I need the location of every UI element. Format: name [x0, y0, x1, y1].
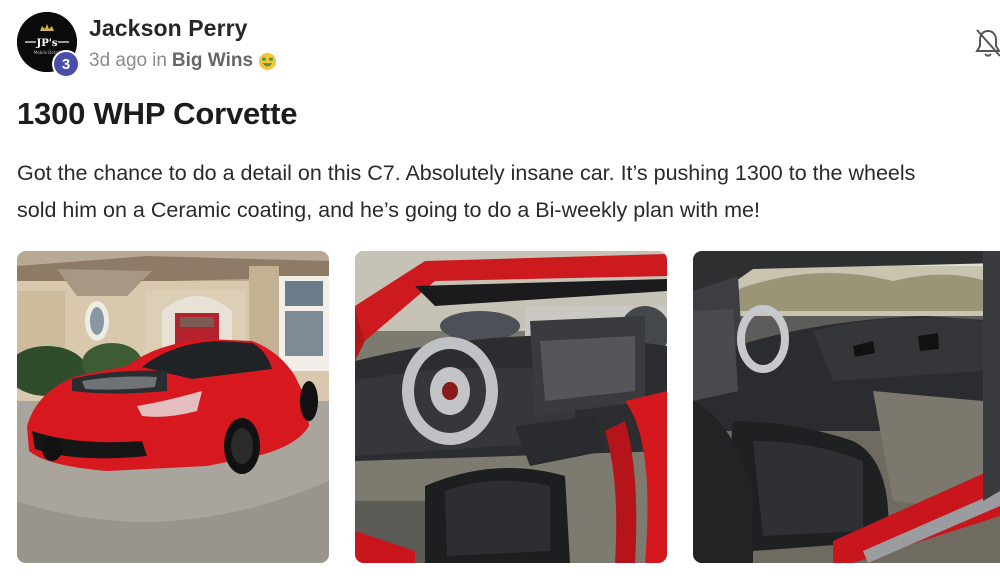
photo-interior-passenger[interactable]	[693, 251, 1000, 563]
post-body: Got the chance to do a detail on this C7…	[17, 155, 1000, 229]
photo-exterior[interactable]	[17, 251, 329, 563]
post-body-line-1: Got the chance to do a detail on this C7…	[17, 161, 916, 185]
post-body-line-2: sold him on a Ceramic coating, and he’s …	[17, 198, 760, 222]
photo-interior-driver[interactable]	[355, 251, 667, 563]
post-card: JP's Mobile Detail 3 Jackson Perry 3d ag…	[0, 0, 1000, 584]
